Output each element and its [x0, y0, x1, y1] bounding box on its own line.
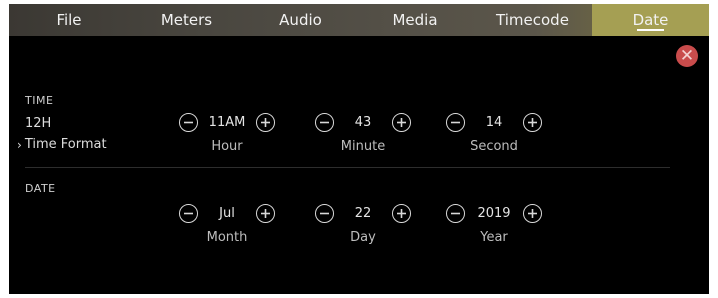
month-decrement-button[interactable]: [179, 203, 198, 223]
minus-icon: [320, 212, 329, 214]
tab-bar: File Meters Audio Media Timecode Date: [9, 4, 709, 36]
time-format-link[interactable]: › Time Format: [17, 137, 107, 152]
date-section-title: DATE: [25, 182, 56, 195]
time-format-label: Time Format: [24, 137, 107, 152]
tab-meters[interactable]: Meters: [129, 4, 244, 36]
plus-icon: [261, 208, 270, 218]
year-value: 2019: [477, 205, 511, 221]
close-icon: ✕: [679, 46, 695, 66]
second-label: Second: [470, 139, 518, 154]
time-section-title: TIME: [25, 94, 54, 107]
second-value: 14: [485, 114, 503, 130]
plus-icon: [528, 117, 537, 127]
month-label: Month: [206, 230, 248, 245]
tab-timecode[interactable]: Timecode: [473, 4, 592, 36]
minus-icon: [320, 121, 329, 123]
hour-stepper: 11AM Hour: [179, 111, 275, 154]
tab-media[interactable]: Media: [357, 4, 473, 36]
minus-icon: [184, 212, 193, 214]
day-label: Day: [350, 230, 376, 245]
hour-value: 11AM: [208, 114, 246, 130]
day-increment-button[interactable]: [392, 203, 411, 223]
minute-increment-button[interactable]: [392, 112, 411, 132]
section-divider: [25, 167, 670, 168]
month-value: Jul: [219, 205, 235, 221]
close-button[interactable]: ✕: [676, 45, 698, 67]
year-decrement-button[interactable]: [446, 203, 465, 223]
second-increment-button[interactable]: [523, 112, 542, 132]
hour-label: Hour: [211, 139, 243, 154]
plus-icon: [528, 208, 537, 218]
day-value: 22: [354, 205, 372, 221]
plus-icon: [397, 117, 406, 127]
year-increment-button[interactable]: [523, 203, 542, 223]
minute-label: Minute: [340, 139, 386, 154]
plus-icon: [261, 117, 270, 127]
year-label: Year: [480, 230, 508, 245]
minute-decrement-button[interactable]: [315, 112, 334, 132]
tab-date[interactable]: Date: [592, 4, 709, 36]
second-decrement-button[interactable]: [446, 112, 465, 132]
tab-file[interactable]: File: [9, 4, 129, 36]
minute-stepper: 43 Minute: [315, 111, 411, 154]
plus-icon: [397, 208, 406, 218]
day-decrement-button[interactable]: [315, 203, 334, 223]
minute-value: 43: [354, 114, 372, 130]
day-stepper: 22 Day: [315, 202, 411, 245]
month-stepper: Jul Month: [179, 202, 275, 245]
time-format-value: 12H: [25, 116, 52, 131]
second-stepper: 14 Second: [446, 111, 542, 154]
minus-icon: [451, 121, 460, 123]
minus-icon: [451, 212, 460, 214]
hour-decrement-button[interactable]: [179, 112, 198, 132]
month-increment-button[interactable]: [256, 203, 275, 223]
tab-audio[interactable]: Audio: [244, 4, 357, 36]
date-settings-screen: File Meters Audio Media Timecode Date ✕ …: [9, 4, 709, 294]
year-stepper: 2019 Year: [446, 202, 542, 245]
chevron-right-icon: ›: [17, 137, 22, 152]
hour-increment-button[interactable]: [256, 112, 275, 132]
minus-icon: [184, 121, 193, 123]
